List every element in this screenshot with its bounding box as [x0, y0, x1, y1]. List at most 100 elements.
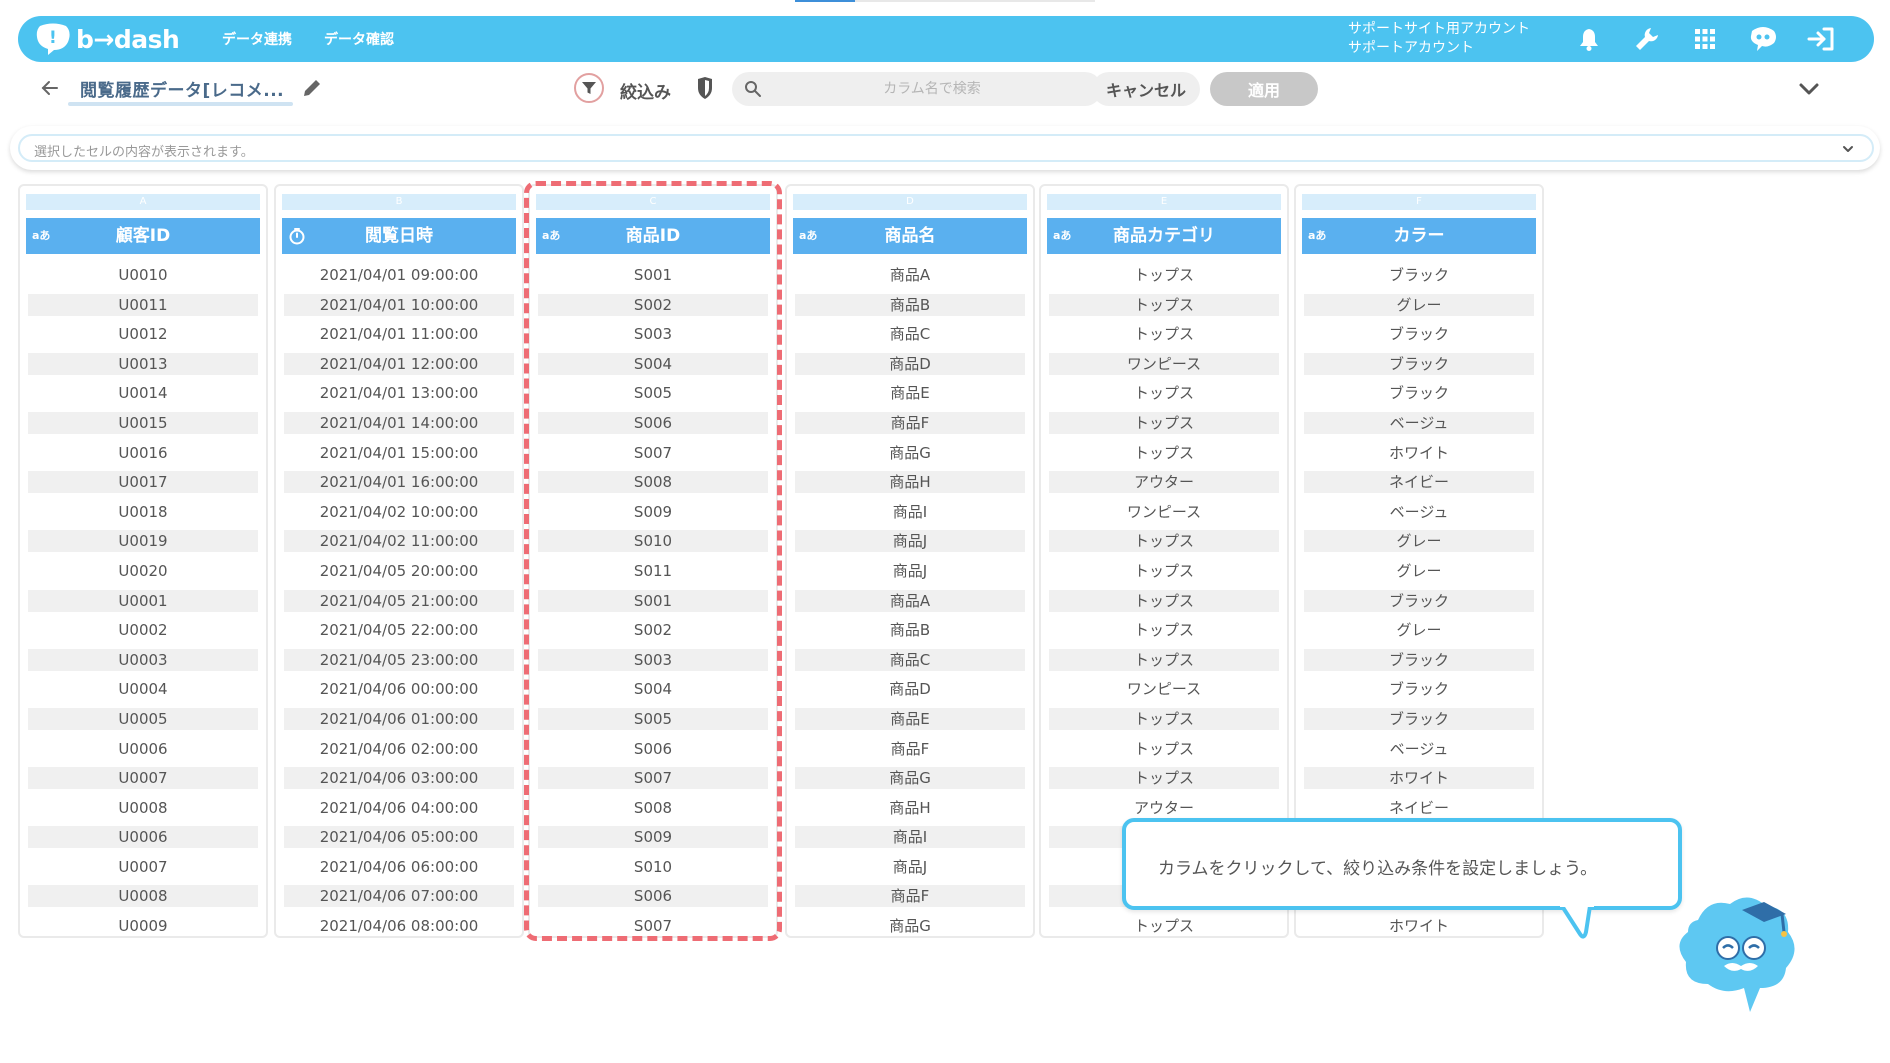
column-letter[interactable]: A: [26, 194, 260, 210]
table-cell[interactable]: グレー: [1302, 290, 1536, 320]
table-cell[interactable]: 2021/04/05 22:00:00: [282, 615, 516, 645]
wrench-icon[interactable]: [1618, 26, 1676, 52]
bell-icon[interactable]: [1560, 27, 1618, 51]
table-cell[interactable]: 商品B: [793, 290, 1027, 320]
column-header[interactable]: aあ 商品ID: [536, 218, 770, 254]
table-cell[interactable]: アウター: [1047, 467, 1281, 497]
table-cell[interactable]: S006: [536, 734, 770, 764]
table-cell[interactable]: U0002: [26, 615, 260, 645]
table-cell[interactable]: 商品B: [793, 615, 1027, 645]
apply-button[interactable]: 適用: [1210, 72, 1318, 106]
table-cell[interactable]: S007: [536, 763, 770, 793]
table-cell[interactable]: ブラック: [1302, 260, 1536, 290]
column-letter[interactable]: D: [793, 194, 1027, 210]
table-cell[interactable]: S007: [536, 438, 770, 468]
column-header[interactable]: aあ 商品名: [793, 218, 1027, 254]
table-cell[interactable]: U0006: [26, 734, 260, 764]
table-cell[interactable]: ワンピース: [1047, 674, 1281, 704]
table-cell[interactable]: U0005: [26, 704, 260, 734]
table-cell[interactable]: 2021/04/05 23:00:00: [282, 645, 516, 675]
table-cell[interactable]: トップス: [1047, 526, 1281, 556]
back-arrow-icon[interactable]: [38, 76, 62, 100]
filter-label[interactable]: 絞込み: [620, 78, 671, 103]
chevron-down-icon[interactable]: [1838, 139, 1858, 159]
table-cell[interactable]: U0015: [26, 408, 260, 438]
table-cell[interactable]: 商品J: [793, 556, 1027, 586]
table-cell[interactable]: S001: [536, 260, 770, 290]
table-cell[interactable]: トップス: [1047, 704, 1281, 734]
table-cell[interactable]: U0004: [26, 674, 260, 704]
table-cell[interactable]: 2021/04/06 03:00:00: [282, 763, 516, 793]
table-cell[interactable]: 2021/04/02 11:00:00: [282, 526, 516, 556]
table-cell[interactable]: 2021/04/01 14:00:00: [282, 408, 516, 438]
table-cell[interactable]: 2021/04/01 10:00:00: [282, 290, 516, 320]
cancel-button[interactable]: キャンセル: [1092, 72, 1200, 106]
table-cell[interactable]: 商品G: [793, 438, 1027, 468]
table-cell[interactable]: 商品E: [793, 704, 1027, 734]
table-cell[interactable]: U0010: [26, 260, 260, 290]
shield-icon[interactable]: [692, 75, 718, 101]
logout-icon[interactable]: [1792, 26, 1850, 52]
table-cell[interactable]: 2021/04/06 07:00:00: [282, 881, 516, 911]
table-cell[interactable]: トップス: [1047, 734, 1281, 764]
table-cell[interactable]: U0011: [26, 290, 260, 320]
table-cell[interactable]: U0019: [26, 526, 260, 556]
table-cell[interactable]: トップス: [1047, 645, 1281, 675]
table-cell[interactable]: S002: [536, 615, 770, 645]
table-cell[interactable]: S005: [536, 378, 770, 408]
table-cell[interactable]: U0001: [26, 586, 260, 616]
table-cell[interactable]: グレー: [1302, 556, 1536, 586]
table-cell[interactable]: S007: [536, 911, 770, 941]
nav-data-integration[interactable]: データ連携: [222, 29, 292, 49]
column-letter[interactable]: E: [1047, 194, 1281, 210]
table-cell[interactable]: 2021/04/06 01:00:00: [282, 704, 516, 734]
account-info[interactable]: サポートサイト用アカウント サポートアカウント: [1348, 20, 1530, 58]
column-search-input[interactable]: [772, 72, 1092, 106]
table-cell[interactable]: 商品A: [793, 586, 1027, 616]
cell-content-bar[interactable]: 選択したセルの内容が表示されます。: [18, 134, 1874, 162]
table-cell[interactable]: ブラック: [1302, 674, 1536, 704]
table-cell[interactable]: グレー: [1302, 615, 1536, 645]
table-cell[interactable]: U0007: [26, 852, 260, 882]
table-cell[interactable]: 商品H: [793, 467, 1027, 497]
table-cell[interactable]: 2021/04/01 09:00:00: [282, 260, 516, 290]
table-cell[interactable]: U0008: [26, 881, 260, 911]
table-cell[interactable]: S006: [536, 881, 770, 911]
table-cell[interactable]: ホワイト: [1302, 763, 1536, 793]
table-cell[interactable]: ワンピース: [1047, 497, 1281, 527]
table-cell[interactable]: トップス: [1047, 319, 1281, 349]
table-cell[interactable]: 商品D: [793, 349, 1027, 379]
table-cell[interactable]: 商品C: [793, 645, 1027, 675]
column-header[interactable]: aあ カラー: [1302, 218, 1536, 254]
table-cell[interactable]: ワンピース: [1047, 349, 1281, 379]
table-cell[interactable]: 商品A: [793, 260, 1027, 290]
table-cell[interactable]: トップス: [1047, 260, 1281, 290]
table-cell[interactable]: 商品J: [793, 526, 1027, 556]
table-cell[interactable]: トップス: [1047, 408, 1281, 438]
table-cell[interactable]: トップス: [1047, 290, 1281, 320]
table-cell[interactable]: トップス: [1047, 378, 1281, 408]
table-cell[interactable]: ブラック: [1302, 645, 1536, 675]
table-cell[interactable]: ブラック: [1302, 586, 1536, 616]
table-cell[interactable]: U0007: [26, 763, 260, 793]
table-cell[interactable]: S002: [536, 290, 770, 320]
table-cell[interactable]: 2021/04/01 11:00:00: [282, 319, 516, 349]
column-header[interactable]: aあ 商品カテゴリ: [1047, 218, 1281, 254]
table-cell[interactable]: S003: [536, 319, 770, 349]
column-header[interactable]: aあ 顧客ID: [26, 218, 260, 254]
table-cell[interactable]: 商品F: [793, 408, 1027, 438]
table-cell[interactable]: S005: [536, 704, 770, 734]
table-cell[interactable]: トップス: [1047, 615, 1281, 645]
pencil-icon[interactable]: [300, 76, 324, 100]
table-cell[interactable]: 商品F: [793, 881, 1027, 911]
table-cell[interactable]: S010: [536, 526, 770, 556]
table-cell[interactable]: トップス: [1047, 586, 1281, 616]
table-cell[interactable]: トップス: [1047, 438, 1281, 468]
table-cell[interactable]: 商品C: [793, 319, 1027, 349]
table-cell[interactable]: トップス: [1047, 911, 1281, 941]
table-cell[interactable]: S008: [536, 793, 770, 823]
column-header[interactable]: 閲覧日時: [282, 218, 516, 254]
table-cell[interactable]: ホワイト: [1302, 438, 1536, 468]
table-cell[interactable]: ブラック: [1302, 319, 1536, 349]
table-cell[interactable]: 2021/04/01 13:00:00: [282, 378, 516, 408]
